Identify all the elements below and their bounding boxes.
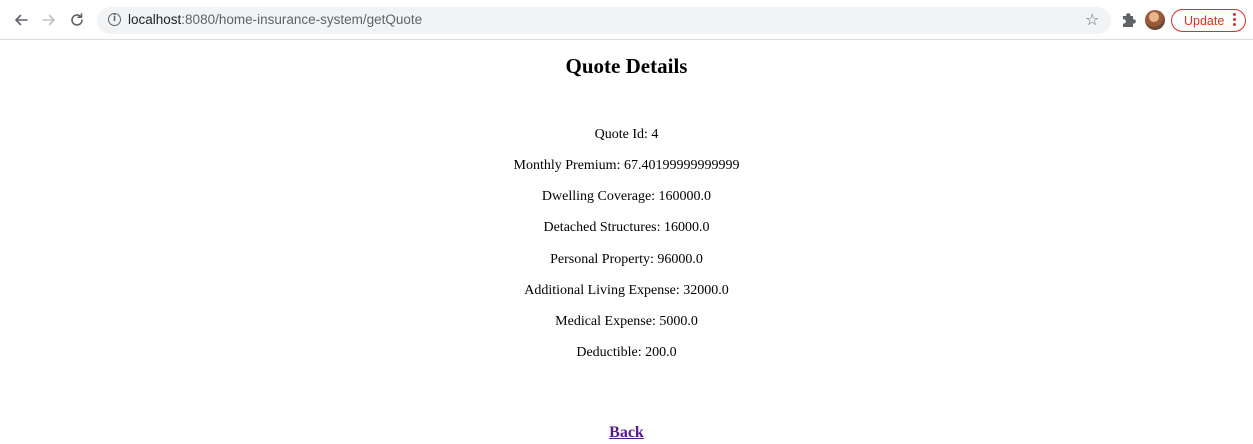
detached-structures: Detached Structures: 16000.0 (543, 220, 710, 235)
back-arrow-icon[interactable] (9, 8, 33, 32)
back-arrow-icon (15, 14, 28, 26)
quote-id: Quote Id: 4 (594, 127, 659, 142)
update-button[interactable]: Update (1171, 9, 1246, 32)
avatar[interactable] (1145, 10, 1165, 30)
puzzle-piece-icon (1123, 13, 1136, 27)
forward-arrow-icon (42, 14, 55, 26)
url-text[interactable]: localhost:8080/home-insurance-system/get… (128, 12, 422, 27)
monthly-premium: Monthly Premium: 67.40199999999999 (513, 158, 740, 173)
star-icon[interactable]: ☆ (1085, 10, 1099, 29)
update-label: Update (1184, 13, 1225, 28)
puzzle-piece-icon[interactable] (1119, 9, 1139, 31)
forward-arrow-icon[interactable] (37, 8, 61, 32)
reload-icon[interactable] (65, 8, 89, 32)
additional-living-expense: Additional Living Expense: 32000.0 (524, 283, 729, 298)
dwelling-coverage: Dwelling Coverage: 160000.0 (541, 189, 712, 204)
url-host: localhost (128, 12, 182, 27)
page-title: Quote Details (565, 54, 688, 78)
reload-icon (71, 13, 83, 26)
url-path: :8080/home-insurance-system/getQuote (181, 12, 423, 27)
address-bar[interactable]: i localhost:8080/home-insurance-system/g… (97, 7, 1111, 34)
back-link-container: Back (0, 424, 1253, 442)
deductible: Deductible: 200.0 (576, 345, 677, 360)
back-link[interactable]: Back (609, 424, 644, 441)
personal-property: Personal Property: 96000.0 (550, 252, 703, 267)
info-icon[interactable]: i (108, 13, 121, 26)
medical-expense: Medical Expense: 5000.0 (555, 314, 698, 329)
browser-toolbar: i localhost:8080/home-insurance-system/g… (0, 0, 1253, 40)
kebab-menu-icon[interactable] (1233, 13, 1236, 28)
